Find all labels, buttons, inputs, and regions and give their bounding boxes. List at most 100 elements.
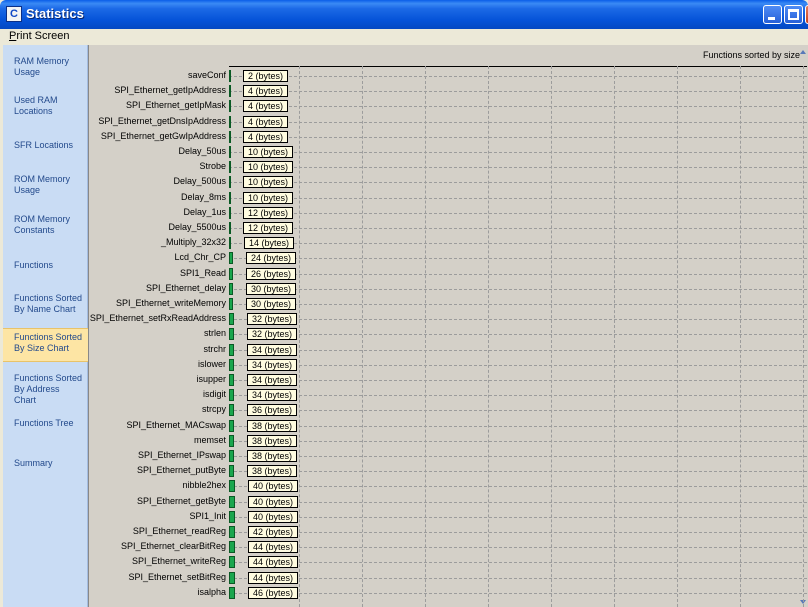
sidebar-item-used-ram-locations[interactable]: Used RAM Locations	[3, 92, 88, 120]
bar	[229, 146, 231, 158]
data-label: 14 (bytes)	[244, 237, 295, 250]
title-bar: C Statistics ✕	[0, 0, 808, 29]
data-label: 26 (bytes)	[246, 267, 297, 280]
data-label: 10 (bytes)	[243, 161, 294, 174]
bar	[229, 222, 231, 234]
sidebar-item-rom-memory-constants[interactable]: ROM Memory Constants	[3, 211, 88, 239]
sidebar-item-summary[interactable]: Summary	[3, 455, 88, 472]
bar	[229, 206, 231, 219]
category-label: SPI_Ethernet_getIpAddress	[114, 85, 226, 96]
data-label: 42 (bytes)	[248, 526, 299, 538]
category-label: isdigit	[202, 389, 226, 400]
data-label: 10 (bytes)	[243, 191, 294, 204]
bar	[229, 115, 231, 128]
minimize-button[interactable]	[763, 5, 782, 24]
chart-row: SPI1_Init 40 (bytes)	[89, 510, 808, 525]
category-label: islower	[197, 358, 226, 369]
category-label: Delay_1us	[183, 206, 226, 217]
category-label: strcpy	[201, 404, 226, 415]
grid-line-horizontal	[229, 456, 807, 457]
grid-line-horizontal	[229, 532, 807, 533]
menu-print-screen[interactable]: Print Screen	[9, 30, 70, 42]
grid-line-horizontal	[229, 197, 807, 199]
chart-row: memset 38 (bytes)	[89, 434, 808, 449]
data-label: 32 (bytes)	[247, 313, 298, 326]
data-label: 10 (bytes)	[243, 146, 294, 158]
sidebar-item-sfr-locations[interactable]: SFR Locations	[3, 137, 88, 154]
grid-line-horizontal	[229, 121, 807, 123]
data-label: 12 (bytes)	[243, 222, 294, 234]
category-label: SPI_Ethernet_putByte	[136, 465, 226, 476]
category-label: Strobe	[199, 161, 226, 172]
bar	[229, 434, 234, 447]
data-label: 34 (bytes)	[247, 343, 298, 356]
app-c-icon: C	[6, 6, 22, 22]
scroll-up-arrow-icon[interactable]	[800, 50, 806, 54]
category-label: isalpha	[197, 586, 226, 597]
grid-line-horizontal	[229, 349, 807, 351]
menu-bar: Print Screen	[0, 29, 808, 45]
chart-row: nibble2hex 40 (bytes)	[89, 479, 808, 494]
minimize-icon	[768, 17, 775, 20]
category-label: Delay_8ms	[180, 191, 226, 202]
category-label: SPI_Ethernet_getIpMask	[125, 100, 226, 111]
data-label: 34 (bytes)	[247, 389, 298, 402]
grid-line-horizontal	[229, 562, 807, 564]
grid-line-horizontal	[229, 288, 807, 290]
bar	[229, 526, 235, 538]
chart-row: strcpy 36 (bytes)	[89, 403, 808, 418]
chart-row: SPI_Ethernet_getIpMask 4 (bytes)	[89, 99, 808, 114]
bar	[229, 465, 234, 478]
chart-row: SPI_Ethernet_putByte 38 (bytes)	[89, 464, 808, 479]
grid-line-horizontal	[229, 334, 807, 336]
chart-row: SPI_Ethernet_setRxReadAddress 32 (bytes)	[89, 312, 808, 327]
category-label: Delay_500us	[173, 176, 226, 187]
sidebar-item-functions-sorted-by-size[interactable]: Functions Sorted By Size Chart	[3, 328, 88, 362]
bar	[229, 389, 234, 402]
chart-row: strlen 32 (bytes)	[89, 327, 808, 342]
data-label: 30 (bytes)	[246, 298, 297, 310]
functions-size-chart: Functions sorted by size saveConf 2 (byte…	[88, 45, 808, 607]
data-label: 34 (bytes)	[247, 358, 298, 371]
grid-line-horizontal	[229, 486, 807, 488]
sidebar-item-rom-memory-usage[interactable]: ROM Memory Usage	[3, 171, 88, 199]
plot-top-border	[229, 66, 807, 67]
grid-line-horizontal	[229, 228, 807, 229]
chart-row: Delay_1us 12 (bytes)	[89, 206, 808, 221]
data-label: 24 (bytes)	[246, 252, 297, 265]
chart-row: SPI_Ethernet_getIpAddress 4 (bytes)	[89, 84, 808, 99]
chart-row: Delay_5500us 12 (bytes)	[89, 221, 808, 236]
maximize-button[interactable]	[784, 5, 803, 24]
data-label: 12 (bytes)	[243, 206, 294, 219]
data-label: 4 (bytes)	[243, 115, 289, 128]
chart-row: SPI_Ethernet_writeMemory 30 (bytes)	[89, 297, 808, 312]
sidebar-item-functions-sorted-by-name[interactable]: Functions Sorted By Name Chart	[3, 290, 88, 318]
chart-row: _Multiply_32x32 14 (bytes)	[89, 236, 808, 251]
bar	[229, 100, 231, 113]
grid-line-horizontal	[229, 152, 807, 153]
chart-title: Functions sorted by size	[702, 50, 800, 60]
sidebar-item-functions-tree[interactable]: Functions Tree	[3, 415, 88, 432]
data-label: 38 (bytes)	[247, 434, 298, 447]
grid-line-horizontal	[229, 516, 807, 518]
grid-line-horizontal	[229, 577, 807, 579]
grid-line-horizontal	[229, 258, 807, 260]
chart-row: SPI_Ethernet_getDnsIpAddress 4 (bytes)	[89, 115, 808, 130]
bar	[229, 282, 233, 295]
chart-row: isalpha 46 (bytes)	[89, 586, 808, 601]
sidebar-item-functions[interactable]: Functions	[3, 257, 88, 274]
category-label: SPI1_Init	[189, 510, 226, 521]
chart-row: SPI_Ethernet_setBitReg 44 (bytes)	[89, 571, 808, 586]
category-label: SPI_Ethernet_readReg	[132, 526, 226, 536]
category-label: Delay_5500us	[168, 222, 226, 232]
category-label: Lcd_Chr_CP	[174, 252, 226, 263]
grid-line-horizontal	[229, 182, 807, 184]
sidebar-item-functions-sorted-by-address[interactable]: Functions Sorted By Address Chart	[3, 370, 88, 409]
category-label: SPI_Ethernet_getGwIpAddress	[100, 130, 226, 141]
category-label: Delay_50us	[178, 146, 226, 156]
sidebar-item-ram-memory-usage[interactable]: RAM Memory Usage	[3, 53, 88, 81]
data-label: 40 (bytes)	[248, 510, 299, 523]
chart-row: Strobe 10 (bytes)	[89, 160, 808, 175]
bar	[229, 510, 235, 523]
bar	[229, 374, 234, 386]
